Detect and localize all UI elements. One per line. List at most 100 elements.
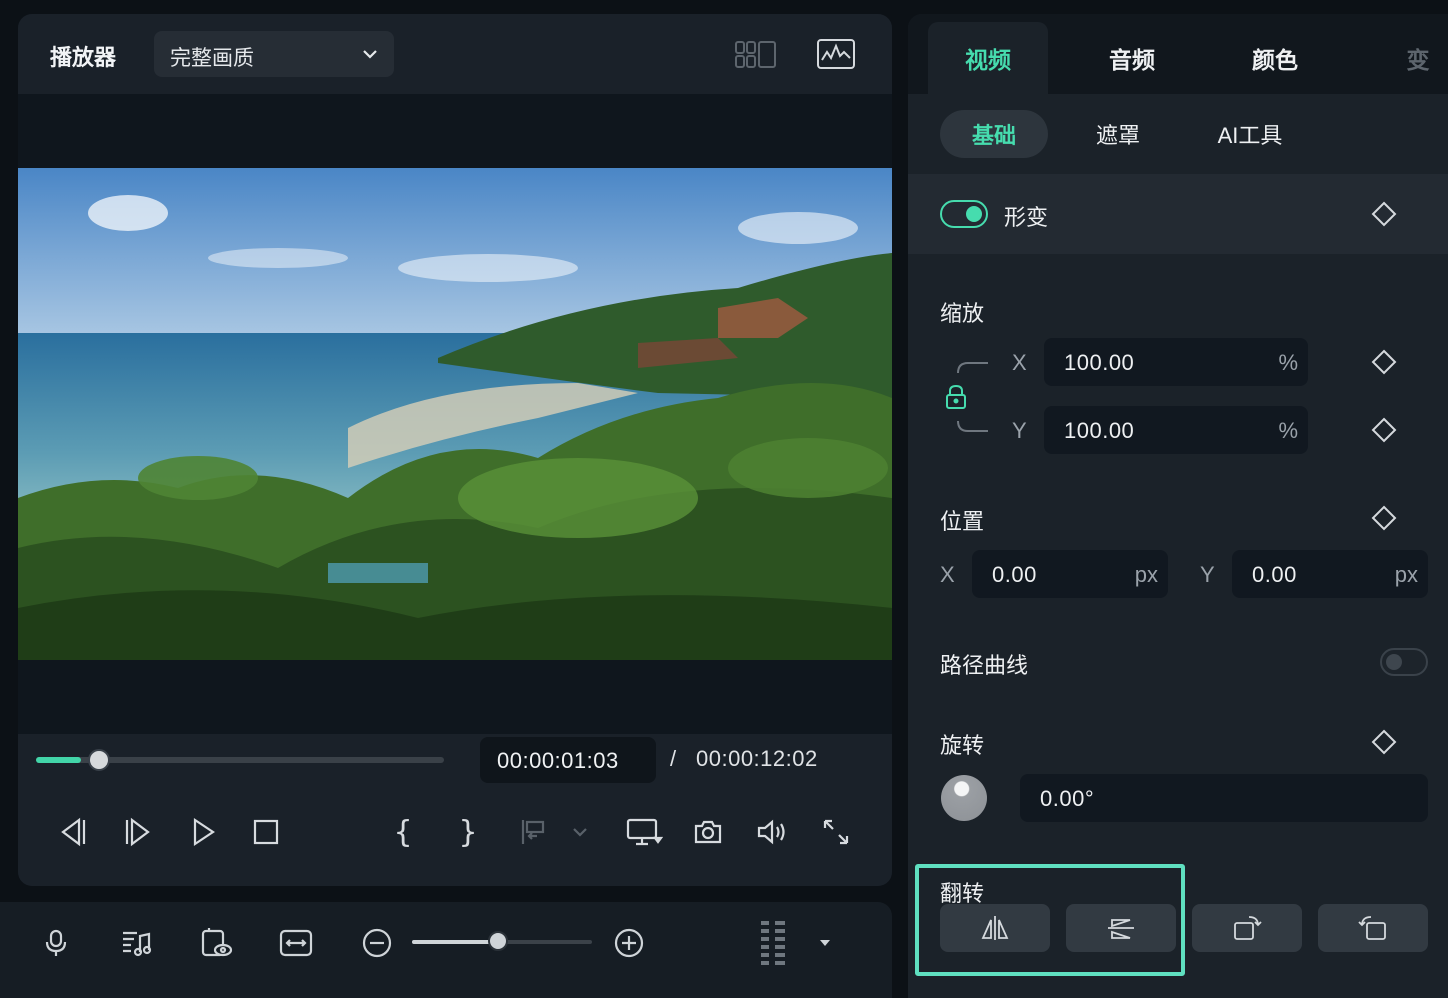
zoom-out-icon xyxy=(362,928,392,958)
position-x-axis-label: X xyxy=(940,562,955,587)
fit-width-icon xyxy=(279,929,313,957)
chevron-down-icon xyxy=(573,828,587,837)
position-y-value: 0.00 xyxy=(1252,562,1297,587)
preview-eye-icon xyxy=(201,928,233,957)
play-icon xyxy=(193,817,215,847)
transform-keyframe-button[interactable] xyxy=(1364,194,1404,234)
flip-section-highlight xyxy=(915,864,1185,976)
rotation-dial[interactable] xyxy=(941,775,987,821)
quality-value: 完整画质 xyxy=(170,47,254,70)
keyframe-diamond-icon xyxy=(1371,201,1397,227)
quality-dropdown[interactable]: 完整画质 xyxy=(154,31,394,77)
next-frame-icon xyxy=(125,817,150,847)
transform-label: 形变 xyxy=(1004,205,1049,230)
keyframe-diamond-icon xyxy=(1371,729,1397,755)
stop-icon xyxy=(253,819,279,845)
rotation-value: 0.00° xyxy=(1040,786,1095,811)
volume-button[interactable] xyxy=(752,812,792,852)
rotation-input[interactable]: 0.00° xyxy=(1020,774,1428,822)
position-x-input[interactable]: 0.00 px xyxy=(972,550,1168,598)
tab-color[interactable]: 颜色 xyxy=(1215,22,1335,94)
chevron-down-icon xyxy=(363,50,377,59)
display-settings-button[interactable] xyxy=(624,812,664,852)
track-grid-icon xyxy=(761,921,785,965)
rotation-keyframe-button[interactable] xyxy=(1364,722,1404,762)
lock-icon[interactable] xyxy=(944,384,968,410)
previous-frame-button[interactable] xyxy=(53,812,93,852)
waveform-monitor-icon[interactable] xyxy=(816,38,856,70)
zoom-in-icon xyxy=(614,928,644,958)
subtab-ai-tools[interactable]: AI工具 xyxy=(1190,110,1310,158)
position-y-unit: px xyxy=(1394,562,1418,587)
position-x-value: 0.00 xyxy=(992,562,1037,587)
transform-toggle[interactable] xyxy=(940,200,988,228)
scale-y-input[interactable]: 100.00 % xyxy=(1044,406,1308,454)
keyframe-diamond-icon xyxy=(1371,505,1397,531)
video-frame xyxy=(18,168,892,660)
scale-x-input[interactable]: 100.00 % xyxy=(1044,338,1308,386)
inspector-panel: 视频 音频 颜色 变 基础 遮罩 AI工具 形变 缩放 X 100.00 % Y… xyxy=(908,14,1448,998)
preview-stage xyxy=(18,94,892,734)
play-button[interactable] xyxy=(183,812,223,852)
scale-x-axis-label: X xyxy=(1012,350,1027,375)
scale-y-unit: % xyxy=(1278,418,1298,443)
scrubber-progress xyxy=(36,757,81,763)
rotate-clockwise-button[interactable] xyxy=(1192,904,1302,952)
zoom-in-button[interactable] xyxy=(608,922,650,964)
scale-x-keyframe-button[interactable] xyxy=(1364,342,1404,382)
scale-label: 缩放 xyxy=(940,301,985,326)
rotate-counterclockwise-button[interactable] xyxy=(1318,904,1428,952)
preview-clip-button[interactable] xyxy=(195,922,237,964)
monitor-icon xyxy=(626,818,663,846)
scale-y-keyframe-button[interactable] xyxy=(1364,410,1404,450)
current-time: 00:00:01:03 xyxy=(497,748,619,773)
scrubber-handle[interactable] xyxy=(87,749,110,771)
insert-options-dropdown[interactable] xyxy=(560,812,600,852)
position-keyframe-button[interactable] xyxy=(1364,498,1404,538)
insert-clip-icon xyxy=(521,820,545,844)
position-x-unit: px xyxy=(1134,562,1158,587)
mark-in-button[interactable]: { xyxy=(383,812,423,852)
tab-video[interactable]: 视频 xyxy=(928,22,1048,94)
grid-view-icon[interactable] xyxy=(734,40,778,70)
mark-out-icon: } xyxy=(458,814,478,850)
current-time-field[interactable]: 00:00:01:03 xyxy=(480,737,656,783)
fullscreen-button[interactable] xyxy=(816,812,856,852)
path-curve-toggle[interactable] xyxy=(1380,648,1428,676)
path-curve-label: 路径曲线 xyxy=(940,653,1029,678)
camera-icon xyxy=(694,820,722,844)
fit-width-button[interactable] xyxy=(275,922,317,964)
keyframe-diamond-icon xyxy=(1371,349,1397,375)
stop-button[interactable] xyxy=(246,812,286,852)
music-list-icon xyxy=(123,931,152,957)
rotate-clockwise-icon xyxy=(1234,916,1262,940)
track-layout-dropdown[interactable] xyxy=(804,922,846,964)
subtab-mask[interactable]: 遮罩 xyxy=(1068,110,1168,158)
previous-frame-icon xyxy=(61,817,86,847)
record-voiceover-button[interactable] xyxy=(35,922,77,964)
zoom-out-button[interactable] xyxy=(356,922,398,964)
time-separator: / xyxy=(670,746,677,771)
microphone-icon xyxy=(45,929,67,956)
player-title: 播放器 xyxy=(50,45,117,70)
scale-y-axis-label: Y xyxy=(1012,418,1027,443)
player-header: 播放器 完整画质 xyxy=(18,14,892,94)
insert-clip-button[interactable] xyxy=(513,812,553,852)
mark-out-button[interactable]: } xyxy=(448,812,488,852)
snapshot-button[interactable] xyxy=(688,812,728,852)
subtab-basic[interactable]: 基础 xyxy=(940,110,1048,158)
position-label: 位置 xyxy=(940,509,985,534)
position-y-input[interactable]: 0.00 px xyxy=(1232,550,1428,598)
inspector-tabs: 视频 音频 颜色 变 xyxy=(908,14,1448,94)
transform-section-header: 形变 xyxy=(908,174,1448,254)
next-frame-button[interactable] xyxy=(118,812,158,852)
mark-in-icon: { xyxy=(393,814,413,850)
fullscreen-icon xyxy=(823,819,849,845)
track-layout-button[interactable] xyxy=(752,921,794,965)
tab-more[interactable]: 变 xyxy=(1358,22,1448,94)
total-time: 00:00:12:02 xyxy=(696,746,818,771)
audio-track-button[interactable] xyxy=(115,922,157,964)
tab-audio[interactable]: 音频 xyxy=(1072,22,1192,94)
keyframe-diamond-icon xyxy=(1371,417,1397,443)
scale-x-value: 100.00 xyxy=(1064,350,1135,375)
